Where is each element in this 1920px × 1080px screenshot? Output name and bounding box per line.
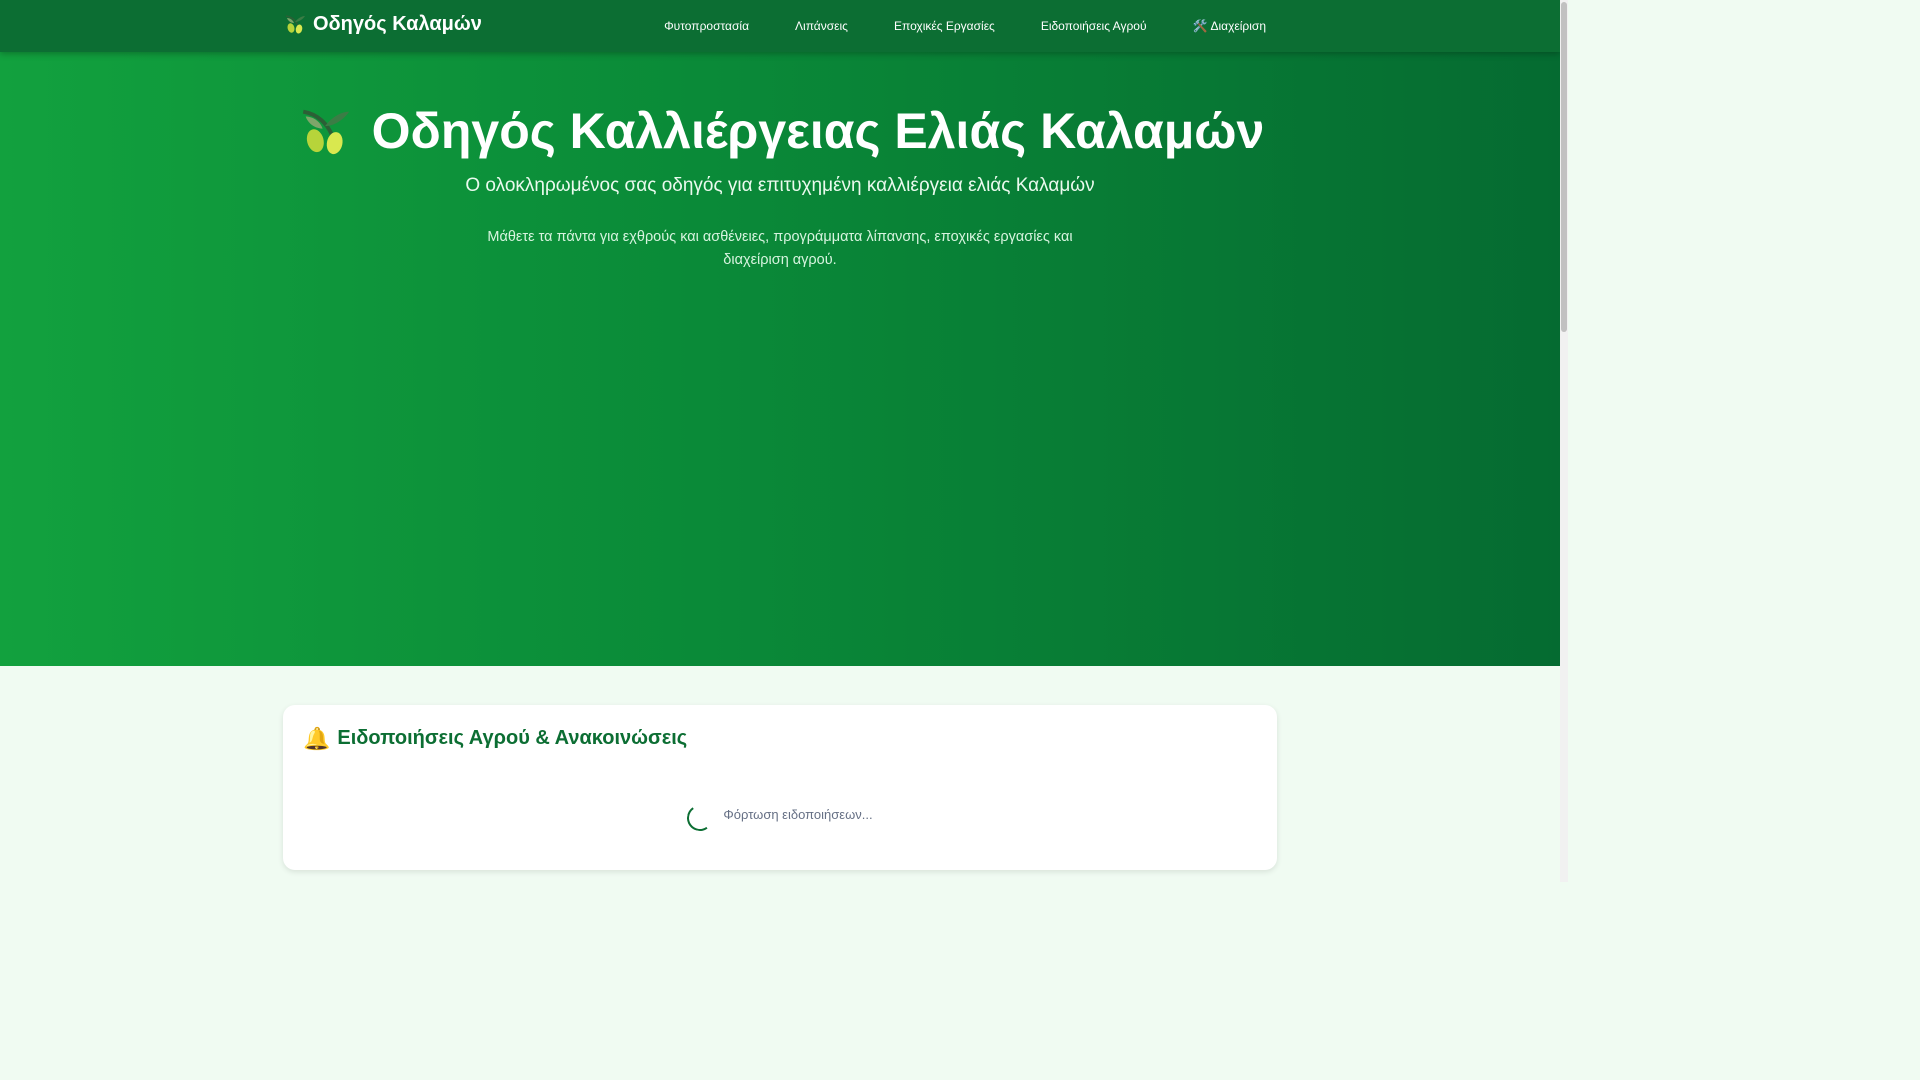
tools-icon: 🛠️ (1192, 19, 1208, 33)
bell-icon: 🔔 (303, 725, 331, 751)
nav-link-seasonal-tasks[interactable]: Εποχικές Εργασίες (894, 19, 995, 33)
alerts-title-text: Ειδοποιήσεις Αγρού & Ανακοινώσεις (337, 727, 688, 749)
nav-label: Λιπάνσεις (795, 19, 848, 33)
nav-label: Φυτοπροστασία (664, 19, 750, 33)
olive-icon (285, 15, 305, 34)
loading-text: Φόρτωση ειδοποιήσεων... (723, 806, 873, 822)
brand-link[interactable]: Οδηγός Καλαμών (283, 12, 482, 36)
page: Οδηγός Καλαμών Φυτοπροστασία Λιπάνσεις Ε… (0, 0, 1560, 882)
scrollbar[interactable] (1560, 0, 1568, 882)
main-nav: Φυτοπροστασία Λιπάνσεις Εποχικές Εργασίε… (664, 0, 1266, 52)
hero-description: Μάθετε τα πάντα για εχθρούς και ασθένειε… (487, 229, 1073, 268)
nav-label: Εποχικές Εργασίες (893, 19, 995, 33)
nav-link-plant-protection[interactable]: Φυτοπροστασία (664, 19, 749, 33)
olive-icon (302, 109, 349, 155)
top-navbar: Οδηγός Καλαμών Φυτοπροστασία Λιπάνσεις Ε… (0, 0, 1560, 52)
nav-link-field-alerts[interactable]: Ειδοποιήσεις Αγρού (1041, 19, 1147, 33)
loading-indicator: Φόρτωση ειδοποιήσεων... (283, 797, 1277, 834)
nav-link-management[interactable]: 🛠️ Διαχείριση (1193, 19, 1266, 33)
hero-section: Οδηγός Καλλιέργειας Ελιάς Καλαμών Ο ολοκ… (0, 52, 1560, 666)
hero-title-text: Οδηγός Καλλιέργειας Ελιάς Καλαμών (371, 103, 1265, 159)
hero-subtitle: Ο ολοκληρωμένος σας οδηγός για επιτυχημέ… (465, 175, 1095, 196)
scrollbar-thumb[interactable] (1561, 2, 1567, 332)
hero-title: Οδηγός Καλλιέργειας Ελιάς Καλαμών (0, 102, 1560, 160)
nav-label: Ειδοποιήσεις Αγρού (1040, 19, 1147, 33)
nav-label: Διαχείριση (1210, 19, 1266, 33)
alerts-card: 🔔 Ειδοποιήσεις Αγρού & Ανακοινώσεις Φόρτ… (283, 705, 1277, 870)
spinner-icon (685, 802, 716, 834)
brand-name: Οδηγός Καλαμών (313, 12, 482, 35)
alerts-title: 🔔 Ειδοποιήσεις Αγρού & Ανακοινώσεις (303, 727, 687, 750)
nav-link-fertilization[interactable]: Λιπάνσεις (795, 19, 848, 33)
